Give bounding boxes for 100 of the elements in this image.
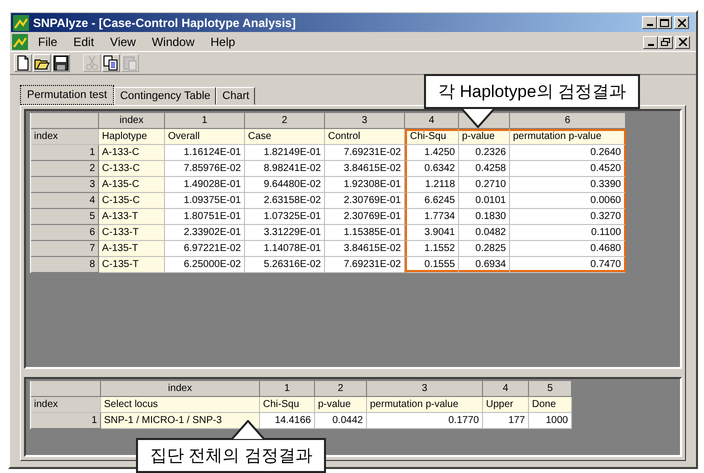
column-header: 3	[367, 381, 483, 397]
tab[interactable]: Contingency Table	[114, 87, 216, 105]
column-header: 1	[165, 113, 245, 129]
column-label: Control	[325, 129, 405, 145]
table-cell: C-133-T	[99, 225, 165, 241]
close-icon	[678, 38, 686, 46]
column-label: Chi-Squ	[260, 397, 315, 413]
callout-pointer-icon	[232, 420, 264, 440]
table-cell: 6.6245	[405, 193, 459, 209]
table-cell: 177	[483, 413, 529, 429]
table-cell: 5.26316E-02	[245, 257, 325, 273]
row-index: 2	[31, 161, 99, 177]
table-cell: 1.09375E-01	[165, 193, 245, 209]
restore-icon	[661, 38, 670, 46]
menu-item[interactable]: Edit	[67, 35, 100, 49]
row-index: 1	[31, 145, 99, 161]
open-button[interactable]	[33, 54, 51, 72]
table-cell: 6.97221E-02	[165, 241, 245, 257]
column-label: Done	[529, 397, 572, 413]
table-cell: 0.1770	[367, 413, 483, 429]
table-cell: A-135-T	[99, 241, 165, 257]
row-index: 6	[31, 225, 99, 241]
column-header: 1	[260, 381, 315, 397]
restore-button[interactable]	[658, 36, 673, 48]
table-cell: 3.84615E-02	[325, 161, 405, 177]
table-cell: 0.2710	[459, 177, 510, 193]
table-cell: 0.1100	[510, 225, 626, 241]
maximize-icon	[660, 18, 669, 26]
document-icon[interactable]	[12, 34, 28, 50]
table-cell: 7.69231E-02	[325, 257, 405, 273]
table-cell: C-133-C	[99, 161, 165, 177]
table-cell: 0.0442	[315, 413, 367, 429]
column-label: Haplotype	[99, 129, 165, 145]
table-cell: 1.80751E-01	[165, 209, 245, 225]
minimize-icon	[646, 24, 652, 26]
table-cell: 1.92308E-01	[325, 177, 405, 193]
column-header: 6	[510, 113, 626, 129]
table-cell: 3.31229E-01	[245, 225, 325, 241]
table-cell: A-133-T	[99, 209, 165, 225]
table-cell: 3.84615E-02	[325, 241, 405, 257]
save-button[interactable]	[52, 54, 70, 72]
table-cell: A-135-C	[99, 177, 165, 193]
close-icon	[678, 18, 686, 26]
column-header: 3	[325, 113, 405, 129]
close-button[interactable]	[675, 36, 690, 48]
table-cell: 1.16124E-01	[165, 145, 245, 161]
app-icon	[13, 14, 29, 30]
copy-button[interactable]	[102, 54, 120, 72]
table-cell: 0.3390	[510, 177, 626, 193]
row-index: 3	[31, 177, 99, 193]
row-index: 1	[31, 413, 101, 429]
table-cell: C-135-C	[99, 193, 165, 209]
column-label: Select locus	[101, 397, 260, 413]
table-cell: 0.2640	[510, 145, 626, 161]
column-label: Chi-Squ	[405, 129, 459, 145]
tab[interactable]: Permutation test	[20, 85, 114, 105]
column-label: permutation p-value	[367, 397, 483, 413]
table-cell: 1.82149E-01	[245, 145, 325, 161]
table-cell: 0.4520	[510, 161, 626, 177]
table-cell: 1.2118	[405, 177, 459, 193]
table-cell: 0.4258	[459, 161, 510, 177]
close-button[interactable]	[674, 16, 689, 29]
row-index: 5	[31, 209, 99, 225]
table-cell: 0.0101	[459, 193, 510, 209]
menu-item[interactable]: Window	[146, 35, 201, 49]
maximize-button[interactable]	[657, 16, 672, 29]
table-cell: 1.7734	[405, 209, 459, 225]
column-label: p-value	[459, 129, 510, 145]
menu-item[interactable]: File	[32, 35, 64, 49]
menu-item[interactable]: View	[104, 35, 142, 49]
table-cell: 2.63158E-02	[245, 193, 325, 209]
row-index: 8	[31, 257, 99, 273]
minimize-icon	[648, 44, 654, 46]
row-index: 7	[31, 241, 99, 257]
minimize-button[interactable]	[643, 36, 658, 48]
table-cell: 1.15385E-01	[325, 225, 405, 241]
table-cell: 0.1555	[405, 257, 459, 273]
menu-item[interactable]: Help	[204, 35, 242, 49]
column-label: permutation p-value	[510, 129, 626, 145]
table-cell: 0.6342	[405, 161, 459, 177]
column-header: index	[101, 381, 260, 397]
table-cell: 2.30769E-01	[325, 209, 405, 225]
table-cell: 0.0482	[459, 225, 510, 241]
table-cell: 1.14078E-01	[245, 241, 325, 257]
column-header: index	[99, 113, 165, 129]
table-cell: 0.4680	[510, 241, 626, 257]
minimize-button[interactable]	[642, 16, 657, 29]
table-cell: 7.85976E-02	[165, 161, 245, 177]
tab[interactable]: Chart	[216, 87, 256, 105]
table-cell: 0.7470	[510, 257, 626, 273]
column-header: 5	[529, 381, 572, 397]
table-cell: 2.30769E-01	[325, 193, 405, 209]
table-cell: 14.4166	[260, 413, 315, 429]
new-button[interactable]	[14, 54, 32, 72]
table-cell: 6.25000E-02	[165, 257, 245, 273]
table-cell: 0.1830	[459, 209, 510, 225]
table-cell: 0.2326	[459, 145, 510, 161]
table-cell: 0.0060	[510, 193, 626, 209]
row-index: 4	[31, 193, 99, 209]
row-header: index	[31, 129, 99, 145]
